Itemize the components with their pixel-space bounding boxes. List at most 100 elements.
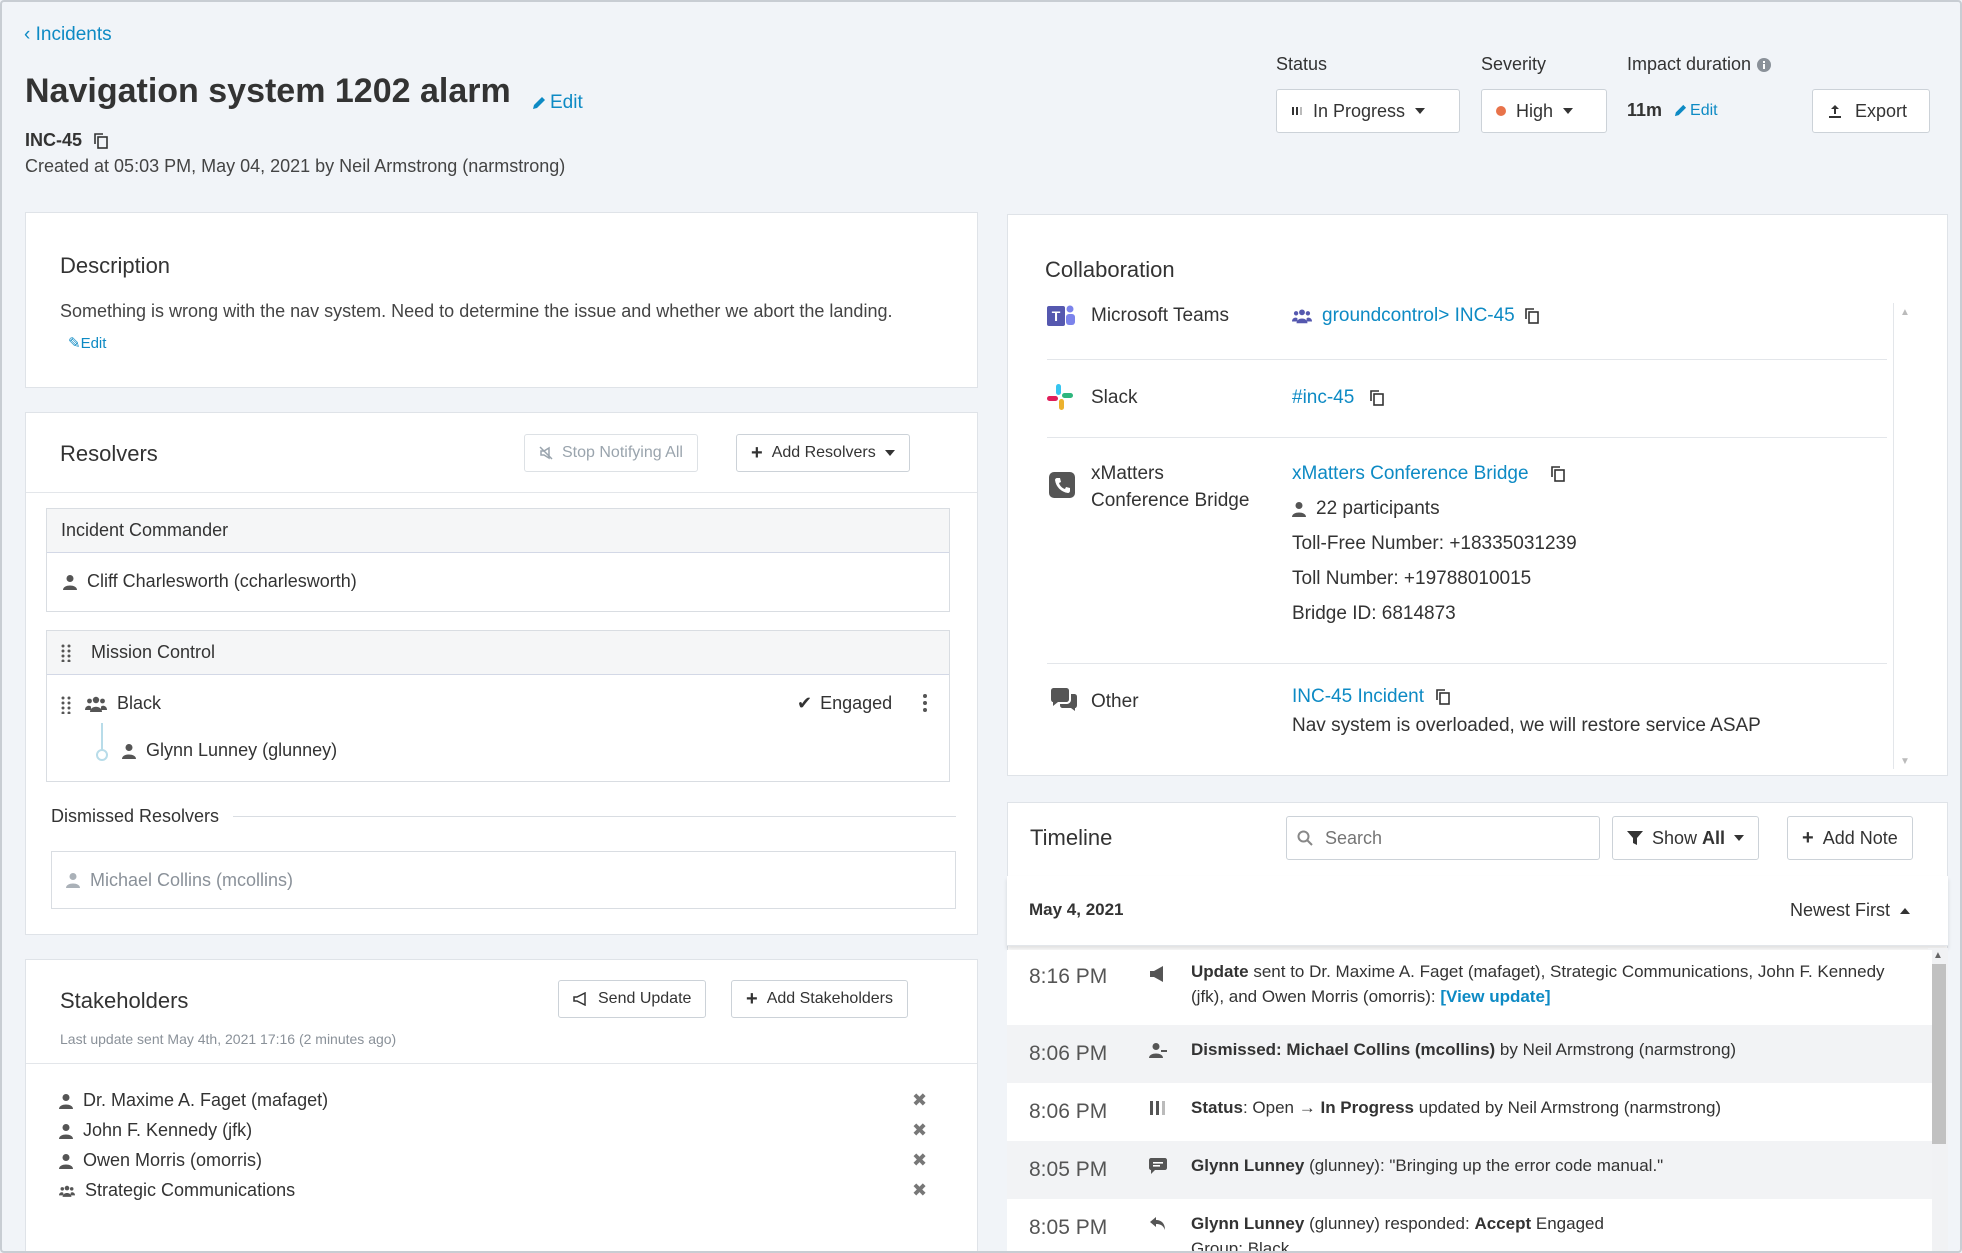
- stakeholders-title: Stakeholders: [60, 988, 189, 1013]
- bridge-link[interactable]: xMatters Conference Bridge: [1292, 456, 1529, 491]
- svg-text:T: T: [1052, 308, 1061, 324]
- tree-connector-icon: [95, 723, 109, 761]
- copy-icon[interactable]: [1436, 688, 1450, 705]
- show-filter-value[interactable]: All: [1702, 828, 1725, 848]
- teams-link[interactable]: groundcontrol> INC-45: [1322, 298, 1515, 333]
- export-button[interactable]: Export: [1812, 89, 1930, 133]
- chevron-down-icon: [884, 450, 895, 456]
- add-note-button[interactable]: + Add Note: [1787, 816, 1913, 860]
- entry-plain: (glunney) responded:: [1304, 1214, 1475, 1233]
- dismissed-row-content: Michael Collins (mcollins): [66, 870, 293, 891]
- info-icon[interactable]: [1757, 57, 1772, 72]
- entry-text: Status: Open → In Progress updated by Ne…: [1191, 1095, 1911, 1120]
- commander-name: Cliff Charlesworth (ccharlesworth): [87, 571, 357, 591]
- copy-icon[interactable]: [1370, 389, 1385, 406]
- sort-order-button[interactable]: Newest First: [1790, 900, 1911, 921]
- comment-icon: [1149, 1158, 1167, 1174]
- plus-icon: +: [751, 441, 763, 464]
- entry-time: 8:06 PM: [1029, 1042, 1108, 1065]
- add-stakeholders-button[interactable]: + Add Stakeholders: [731, 980, 908, 1018]
- sort-order-label[interactable]: Newest First: [1790, 900, 1890, 921]
- edit-description-label[interactable]: Edit: [81, 335, 107, 352]
- entry-plain-2: Engaged: [1531, 1214, 1604, 1233]
- slack-channel-link[interactable]: #inc-45: [1292, 380, 1354, 415]
- edit-impact-button[interactable]: Edit: [1674, 102, 1718, 120]
- scroll-up-icon[interactable]: ▲: [1933, 950, 1943, 961]
- megaphone-icon: [1149, 966, 1167, 982]
- scrollbar-thumb[interactable]: [1930, 964, 1946, 1144]
- entry-time: 8:05 PM: [1029, 1158, 1108, 1181]
- description-text: Something is wrong with the nav system. …: [60, 301, 893, 321]
- show-filter-prefix[interactable]: Show: [1652, 828, 1702, 848]
- drag-handle-icon[interactable]: [61, 696, 71, 714]
- incident-id: INC-45: [25, 130, 108, 151]
- scroll-down-icon[interactable]: ▼: [1900, 756, 1910, 767]
- mute-megaphone-icon: [539, 446, 553, 460]
- edit-impact-label[interactable]: Edit: [1690, 102, 1718, 120]
- add-note-label[interactable]: Add Note: [1823, 828, 1898, 849]
- show-filter-button[interactable]: Show All: [1612, 816, 1760, 860]
- edit-title-button[interactable]: Edit: [532, 92, 583, 114]
- megaphone-icon: [573, 992, 586, 1006]
- severity-dot-icon: [1496, 106, 1506, 116]
- reply-icon: [1149, 1216, 1167, 1232]
- stop-notifying-label[interactable]: Stop Notifying All: [562, 444, 683, 462]
- timeline-search-box[interactable]: [1286, 816, 1600, 860]
- remove-icon[interactable]: ✖: [912, 1120, 927, 1141]
- severity-select[interactable]: High: [1481, 89, 1607, 133]
- status-select[interactable]: In Progress: [1276, 89, 1460, 133]
- toll-number: Toll Number: +19788010015: [1292, 568, 1532, 589]
- slack-name: Slack: [1091, 387, 1138, 408]
- send-update-button[interactable]: Send Update: [558, 980, 707, 1018]
- bridge-id: Bridge ID: 6814873: [1292, 603, 1456, 624]
- copy-icon[interactable]: [1550, 465, 1565, 482]
- stop-notifying-all-button[interactable]: Stop Notifying All: [524, 434, 698, 472]
- microsoft-teams-icon: T: [1047, 302, 1075, 330]
- other-link[interactable]: INC-45 Incident: [1292, 682, 1424, 711]
- slack-value: #inc-45: [1292, 380, 1385, 415]
- chevron-down-icon: [1563, 108, 1574, 114]
- impact-duration-label: Impact duration: [1627, 54, 1772, 75]
- remove-icon[interactable]: ✖: [912, 1090, 927, 1111]
- add-stakeholders-label[interactable]: Add Stakeholders: [767, 990, 893, 1008]
- export-label[interactable]: Export: [1855, 101, 1907, 122]
- back-to-incidents-link[interactable]: ‹ Incidents: [24, 24, 112, 46]
- copy-icon[interactable]: [94, 132, 108, 149]
- drag-handle-icon[interactable]: [61, 644, 71, 662]
- scrollbar[interactable]: ▲ ▼: [1893, 303, 1915, 769]
- plus-icon: +: [746, 987, 758, 1010]
- back-link-label[interactable]: Incidents: [36, 24, 112, 45]
- add-resolvers-label[interactable]: Add Resolvers: [772, 444, 876, 462]
- collaboration-title: Collaboration: [1045, 257, 1175, 282]
- timeline-date-header: May 4, 2021 Newest First: [1007, 876, 1948, 946]
- participants-row: 22 participants: [1292, 491, 1577, 526]
- edit-title-label[interactable]: Edit: [550, 92, 583, 114]
- dismissed-resolver-row: Michael Collins (mcollins): [51, 851, 956, 909]
- entry-text: Update sent to Dr. Maxime A. Faget (mafa…: [1191, 959, 1911, 1009]
- user-icon: [59, 1153, 73, 1169]
- pencil-icon: [1674, 104, 1687, 117]
- bridge-name-line1: xMatters: [1091, 463, 1164, 484]
- add-resolvers-button[interactable]: + Add Resolvers: [736, 434, 910, 472]
- created-info: Created at 05:03 PM, May 04, 2021 by Nei…: [25, 156, 566, 176]
- edit-description-button[interactable]: ✎Edit: [68, 335, 106, 352]
- copy-icon[interactable]: [1524, 307, 1539, 324]
- incident-page: ‹ Incidents Navigation system 1202 alarm…: [0, 0, 1962, 1253]
- severity-value: High: [1516, 100, 1554, 121]
- scroll-up-icon[interactable]: ▲: [1900, 307, 1910, 318]
- view-update-link[interactable]: [View update]: [1440, 987, 1550, 1006]
- entry-text: Dismissed: Michael Collins (mcollins) by…: [1191, 1037, 1911, 1062]
- send-update-label[interactable]: Send Update: [598, 990, 691, 1008]
- more-options-icon[interactable]: [922, 693, 928, 713]
- show-filter-text[interactable]: Show All: [1652, 828, 1725, 849]
- timeline-search-input[interactable]: [1325, 827, 1575, 849]
- team-name: Black: [117, 693, 162, 713]
- teams-group-icon: [1292, 308, 1312, 323]
- impact-value: 11m: [1627, 100, 1663, 120]
- member-row: Glynn Lunney (glunney): [122, 740, 337, 761]
- remove-icon[interactable]: ✖: [912, 1180, 927, 1201]
- entry-bold: Glynn Lunney: [1191, 1214, 1305, 1233]
- remove-icon[interactable]: ✖: [912, 1150, 927, 1171]
- group-icon: [59, 1185, 75, 1197]
- stakeholder-list-item: Strategic Communications: [59, 1180, 295, 1201]
